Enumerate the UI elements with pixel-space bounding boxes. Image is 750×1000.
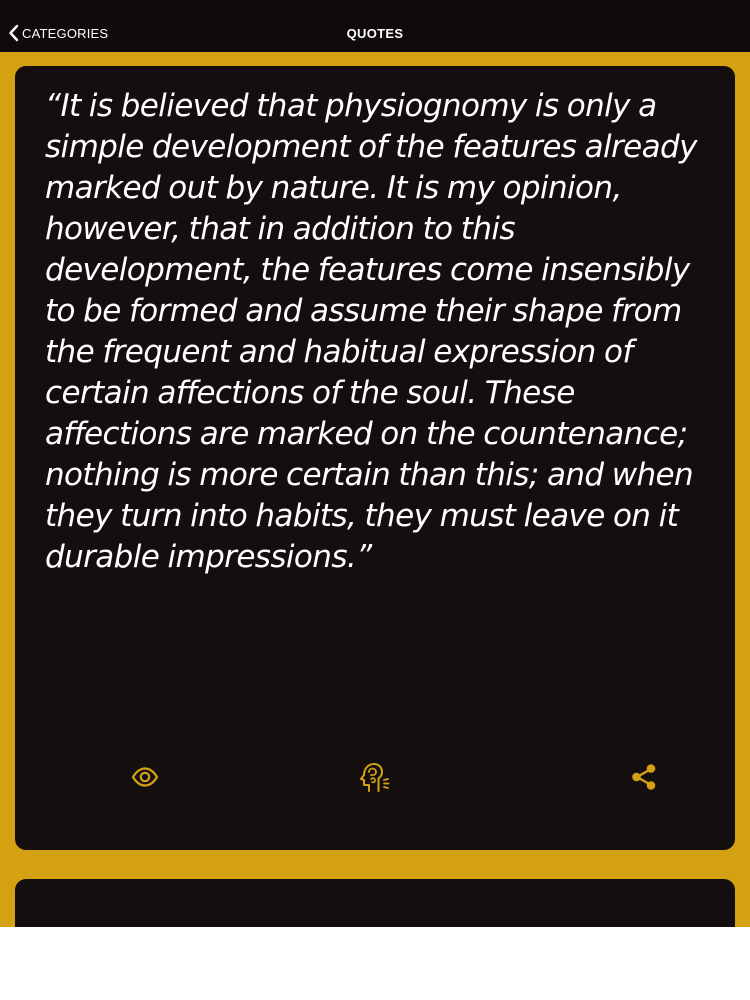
navigation-bar: CATEGORIES QUOTES bbox=[0, 0, 750, 52]
eye-icon bbox=[131, 766, 159, 792]
quote-card: “It is believed that physiognomy is only… bbox=[15, 66, 735, 850]
share-icon bbox=[630, 763, 658, 796]
page-title: QUOTES bbox=[346, 26, 404, 41]
view-button[interactable] bbox=[128, 762, 162, 796]
next-quote-card bbox=[15, 879, 735, 927]
screen: CATEGORIES QUOTES “It is believed that p… bbox=[0, 0, 750, 927]
share-button[interactable] bbox=[627, 762, 661, 796]
speak-button[interactable] bbox=[357, 762, 391, 796]
quote-text: “It is believed that physiognomy is only… bbox=[45, 88, 697, 575]
speaking-head-icon bbox=[358, 761, 390, 798]
